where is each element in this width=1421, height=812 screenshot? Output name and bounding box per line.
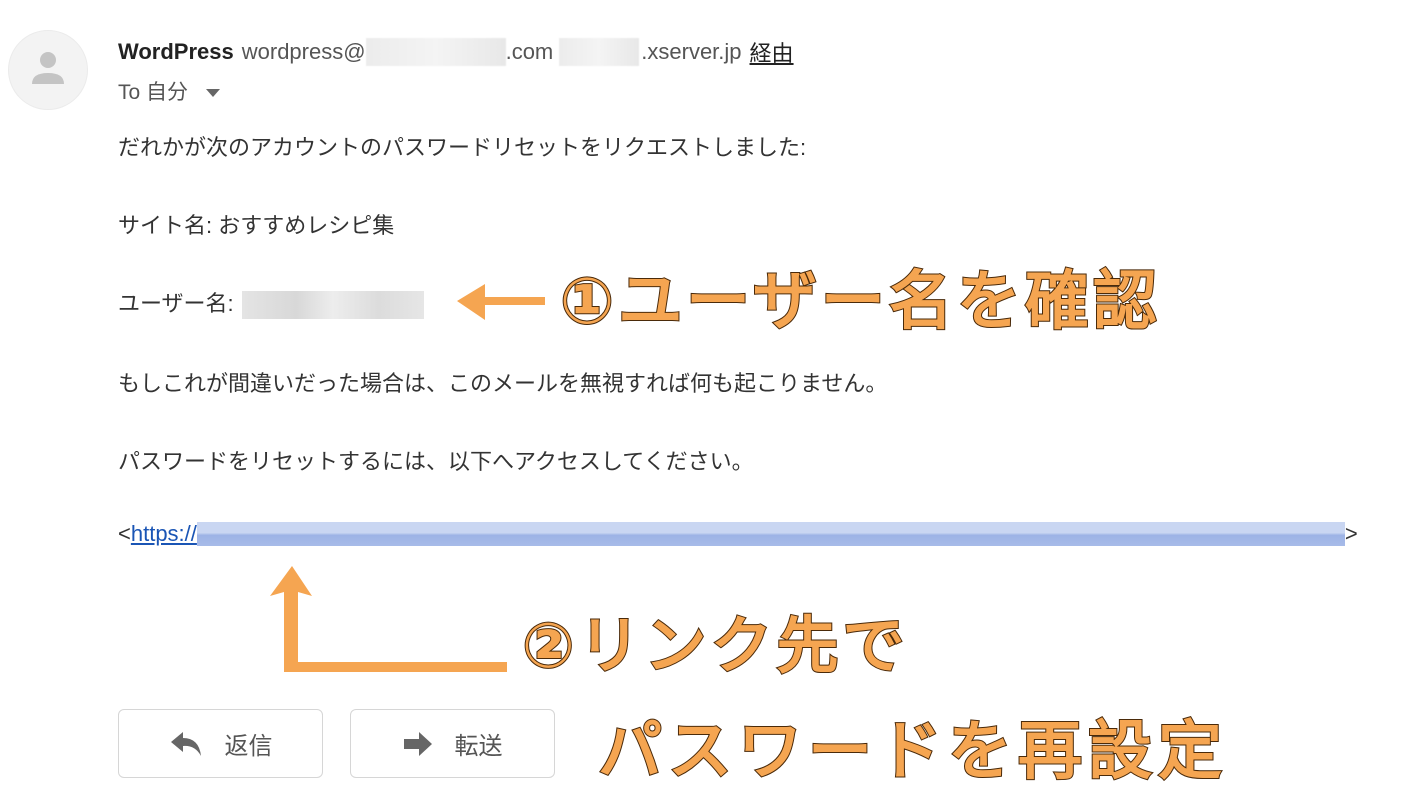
redacted-username <box>241 291 424 320</box>
forward-label: 転送 <box>454 733 503 760</box>
link-close-bracket: > <box>1344 521 1358 546</box>
via-link[interactable]: 経由 <box>750 36 794 68</box>
sender-avatar[interactable] <box>8 30 88 110</box>
reply-arrow-icon <box>170 731 201 756</box>
caret-down-icon <box>206 88 221 97</box>
redacted-link[interactable] <box>196 522 1345 546</box>
reset-link[interactable]: https:// <box>131 521 197 547</box>
sender-email-suffix: .com <box>505 39 554 64</box>
redacted-server <box>559 38 640 66</box>
username-line: ユーザー名: <box>118 286 424 320</box>
person-icon <box>32 52 64 84</box>
recipient-label: To 自分 <box>118 81 189 104</box>
annotation-step1: ①ユーザー名を確認 <box>559 264 1161 340</box>
redacted-domain <box>365 38 506 66</box>
recipient-dropdown[interactable]: To 自分 <box>118 76 221 106</box>
annotation-arrow-left-icon <box>457 284 545 320</box>
reset-link-line: < https:// > <box>118 521 1358 547</box>
username-label: ユーザー名: <box>118 291 234 316</box>
forward-arrow-icon <box>403 731 432 756</box>
server-suffix: .xserver.jp <box>641 39 742 64</box>
forward-button[interactable]: 転送 <box>350 709 555 778</box>
link-open-bracket: < <box>118 521 131 546</box>
annotation-arrow-up-icon <box>270 566 507 672</box>
ignore-line: もしこれが間違いだった場合は、このメールを無視すれば何も起こりません。 <box>118 371 888 396</box>
site-name-line: サイト名: おすすめレシピ集 <box>118 213 395 238</box>
body-intro: だれかが次のアカウントのパスワードリセットをリクエストしました: <box>118 135 807 160</box>
reply-label: 返信 <box>224 733 273 760</box>
annotation-step2-line2: パスワードを再設定 <box>597 714 1228 790</box>
reply-button[interactable]: 返信 <box>118 709 323 778</box>
sender-line: WordPress wordpress@ .com .xserver.jp 経由 <box>118 36 794 68</box>
sender-email-prefix: wordpress@ <box>241 39 366 64</box>
sender-name: WordPress <box>118 39 234 64</box>
annotation-step2-line1: ②リンク先で <box>521 608 909 683</box>
reset-instruction-line: パスワードをリセットするには、以下へアクセスしてください。 <box>118 449 754 474</box>
